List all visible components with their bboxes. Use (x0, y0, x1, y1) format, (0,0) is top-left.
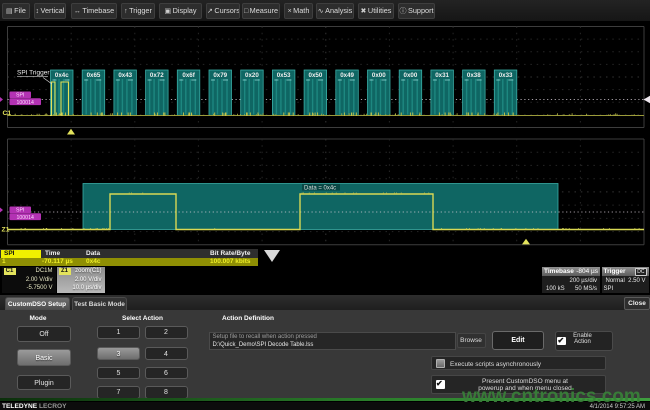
svg-text:C1: C1 (3, 110, 12, 117)
svg-text:0x79: 0x79 (213, 72, 227, 79)
svg-text:0x50: 0x50 (309, 72, 323, 79)
svg-text:SPI: SPI (16, 93, 24, 99)
svg-text:0x43: 0x43 (118, 72, 132, 79)
svg-text:0x53: 0x53 (277, 72, 291, 79)
svg-text:Z1: Z1 (2, 227, 10, 234)
svg-text:0x65: 0x65 (87, 72, 101, 79)
svg-text:0x33: 0x33 (499, 72, 513, 79)
svg-text:0x00: 0x00 (372, 72, 386, 79)
svg-text:0x31: 0x31 (435, 72, 449, 79)
svg-text:0x6f: 0x6f (182, 72, 195, 79)
svg-text:0x38: 0x38 (467, 72, 481, 79)
svg-text:SPI Trigger: SPI Trigger (17, 70, 50, 77)
svg-text:Data = 0x4c: Data = 0x4c (304, 186, 336, 192)
svg-text:0x49: 0x49 (340, 72, 354, 79)
svg-text:SPI: SPI (16, 208, 24, 214)
svg-text:0x20: 0x20 (245, 72, 259, 79)
svg-text:0x72: 0x72 (150, 72, 164, 79)
svg-text:100014: 100014 (17, 100, 34, 106)
svg-text:0x00: 0x00 (404, 72, 418, 79)
svg-text:100014: 100014 (17, 215, 34, 221)
svg-text:0x4c: 0x4c (55, 72, 69, 79)
